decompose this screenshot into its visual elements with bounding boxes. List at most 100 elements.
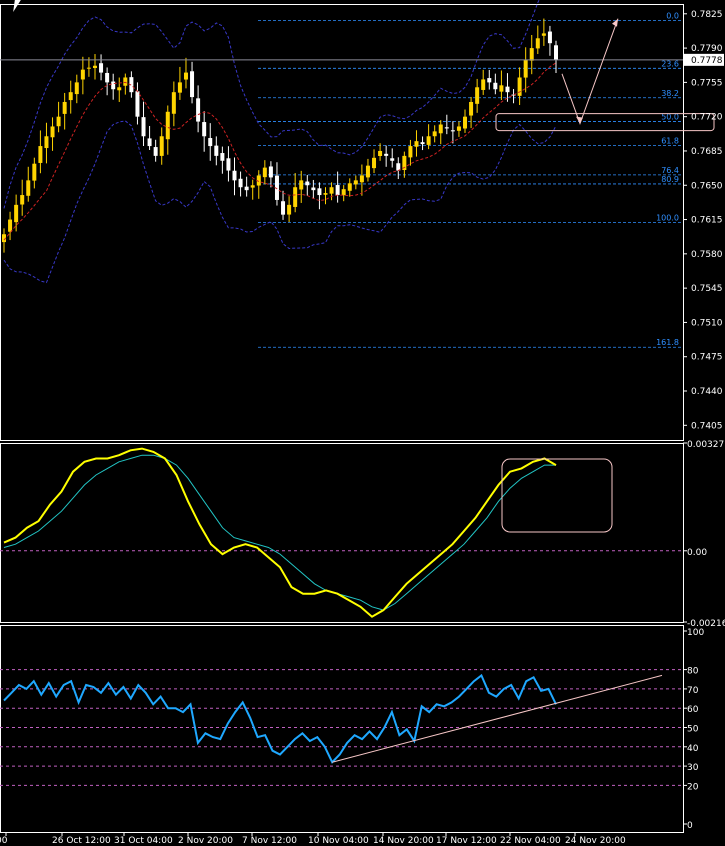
price-tick-label: 0.7685 xyxy=(691,147,723,157)
candle-body xyxy=(463,116,468,129)
price-tick-label: 0.7405 xyxy=(691,421,723,431)
candle-body xyxy=(535,38,540,49)
candle-body xyxy=(32,163,37,181)
candle-body xyxy=(153,147,158,156)
current-price-label: 0.7778 xyxy=(691,56,723,66)
rsi-tick-label: 40 xyxy=(687,744,699,754)
forecast-arrow-path xyxy=(561,18,619,126)
axes: 0.7825 0.7790 0.7755 0.7720 0.7685 0.7650 0.76… xyxy=(0,10,725,846)
time-tick-label: 7 Nov 12:00 xyxy=(242,836,297,846)
candle-body xyxy=(183,72,188,80)
candle-body xyxy=(499,85,504,92)
candle-body xyxy=(50,126,55,138)
fib-level-label: 0.0 xyxy=(666,12,679,21)
time-tick-label: 17 Nov 12:00 xyxy=(436,836,497,846)
candle-body xyxy=(420,142,425,145)
candle-body xyxy=(44,136,49,149)
price-tick-label: 0.7790 xyxy=(691,44,723,54)
candle-body xyxy=(214,145,219,156)
time-tick-label: 00 xyxy=(0,836,8,846)
candle-body xyxy=(414,141,419,147)
fib-level-label: 61.8 xyxy=(661,136,679,145)
fib-level-label: 76.4 xyxy=(661,166,679,175)
candle-body xyxy=(287,204,292,215)
candle-body xyxy=(80,69,85,80)
candle-body xyxy=(159,136,164,156)
candle-body xyxy=(299,180,304,190)
candle-body xyxy=(165,111,170,140)
trading-chart: 0.023.638.250.061.876.480.9100.0161.8 0.… xyxy=(0,0,725,846)
candle-body xyxy=(147,138,152,147)
price-tick-label: 0.7510 xyxy=(691,318,723,328)
candle-body xyxy=(432,131,437,137)
rsi-tick-label: 20 xyxy=(687,782,699,792)
candle-body xyxy=(190,71,195,98)
candle-body xyxy=(438,124,443,134)
forecast-arrowhead-up xyxy=(612,18,618,27)
candle-body xyxy=(171,92,176,114)
candle-body xyxy=(262,167,267,178)
candle-body xyxy=(517,77,522,96)
candle-body xyxy=(232,170,237,181)
price-tick-label: 0.7720 xyxy=(691,113,723,123)
candle-body xyxy=(487,78,492,83)
panel-frame-3 xyxy=(0,625,684,833)
time-tick-label: 26 Oct 12:00 xyxy=(52,836,111,846)
candle-body xyxy=(281,201,286,215)
macd-tick-label: 0.00 xyxy=(687,548,707,558)
candle-body xyxy=(475,87,480,104)
rsi-tick-label: 100 xyxy=(687,628,704,638)
bollinger-upper-band xyxy=(3,0,540,209)
candle-body xyxy=(378,150,383,156)
forecast-arrowhead-down xyxy=(576,116,583,124)
candle-body xyxy=(365,165,370,178)
candle-body xyxy=(220,153,225,161)
rsi-panel xyxy=(0,669,683,786)
candle-body xyxy=(141,117,146,137)
candle-body xyxy=(105,72,110,83)
macd-main-line xyxy=(3,447,557,618)
candle-body xyxy=(390,158,395,161)
candle-body xyxy=(238,178,243,188)
price-tick-label: 0.7440 xyxy=(691,387,723,397)
time-tick-label: 31 Oct 04:00 xyxy=(114,836,173,846)
fib-level-label: 38.2 xyxy=(661,89,679,98)
candle-body xyxy=(250,185,255,188)
candle-body xyxy=(68,92,73,101)
candle-body xyxy=(353,180,358,185)
macd-panel xyxy=(0,447,683,618)
price-tick-label: 0.7475 xyxy=(691,353,723,363)
candle-body xyxy=(408,146,413,158)
candle-body xyxy=(202,122,207,137)
candle-body xyxy=(329,187,334,194)
candle-body xyxy=(26,180,31,196)
candle-body xyxy=(56,116,61,127)
candle-body xyxy=(123,77,128,86)
fib-level-label: 161.8 xyxy=(656,338,679,347)
candle-body xyxy=(311,187,316,191)
candle-body xyxy=(481,79,486,90)
candle-body xyxy=(372,157,377,169)
candle-body xyxy=(359,175,364,183)
candle-body xyxy=(135,91,140,117)
mouse-pointer-icon xyxy=(13,0,27,12)
candle-body xyxy=(14,204,19,223)
price-tick-label: 0.7545 xyxy=(691,284,723,294)
price-panel: 0.023.638.250.061.876.480.9100.0161.8 xyxy=(0,0,715,348)
candle-body xyxy=(444,127,449,129)
candle-body xyxy=(554,45,558,60)
rsi-tick-label: 30 xyxy=(687,763,699,773)
rsi-tick-label: 50 xyxy=(687,725,699,735)
candle-body xyxy=(529,48,534,61)
candle-body xyxy=(99,63,104,73)
candle-body xyxy=(177,82,182,93)
candle-body xyxy=(226,158,231,171)
candle-body xyxy=(347,183,352,191)
candle-body xyxy=(426,136,431,145)
candle-body xyxy=(523,59,528,78)
candle-body xyxy=(323,193,328,195)
candle-body xyxy=(111,81,116,90)
candle-body xyxy=(244,186,249,191)
candle-body xyxy=(38,146,43,163)
rsi-tick-label: 70 xyxy=(687,686,699,696)
